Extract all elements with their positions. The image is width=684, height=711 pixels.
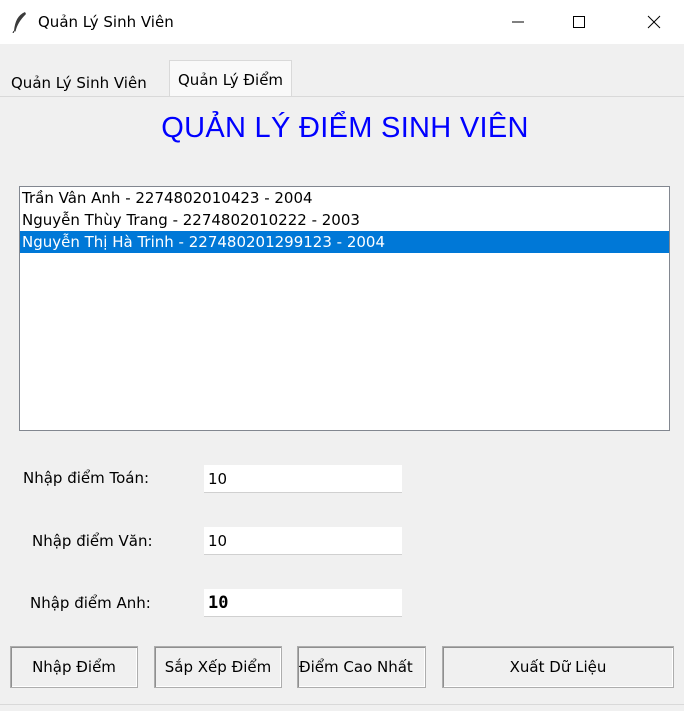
close-button[interactable] (624, 0, 684, 44)
maximize-icon (573, 16, 585, 28)
feather-icon (12, 12, 26, 33)
tab-student-management[interactable]: Quản Lý Sinh Viên (5, 66, 153, 96)
student-listbox[interactable]: Trần Vân Anh - 2274802010423 - 2004 Nguy… (19, 186, 670, 431)
export-data-button[interactable]: Xuất Dữ Liệu (442, 646, 674, 688)
english-score-input[interactable] (204, 589, 402, 617)
close-icon (647, 15, 661, 29)
english-score-label: Nhập điểm Anh: (30, 594, 151, 612)
maximize-button[interactable] (549, 0, 609, 44)
math-score-label: Nhập điểm Toán: (23, 469, 150, 487)
enter-scores-button[interactable]: Nhập Điểm (10, 646, 138, 688)
list-item-selected[interactable]: Nguyễn Thị Hà Trinh - 227480201299123 - … (20, 231, 669, 253)
tab-score-management[interactable]: Quản Lý Điểm (169, 60, 293, 96)
bottom-divider (0, 704, 684, 705)
page-title: QUẢN LÝ ĐIỂM SINH VIÊN (161, 112, 529, 144)
list-item[interactable]: Trần Vân Anh - 2274802010423 - 2004 (20, 187, 669, 209)
literature-score-label: Nhập điểm Văn: (32, 532, 153, 550)
window-title: Quản Lý Sinh Viên (38, 13, 174, 31)
literature-score-input[interactable] (204, 527, 402, 555)
tab-divider (0, 96, 684, 97)
title-bar: Quản Lý Sinh Viên (0, 0, 684, 44)
minimize-icon (512, 21, 524, 23)
math-score-input[interactable] (204, 465, 402, 493)
minimize-button[interactable] (488, 0, 548, 44)
sort-scores-button[interactable]: Sắp Xếp Điểm (154, 646, 282, 688)
list-item[interactable]: Nguyễn Thùy Trang - 2274802010222 - 2003 (20, 209, 669, 231)
highest-score-button[interactable]: Điểm Cao Nhất (297, 646, 426, 688)
